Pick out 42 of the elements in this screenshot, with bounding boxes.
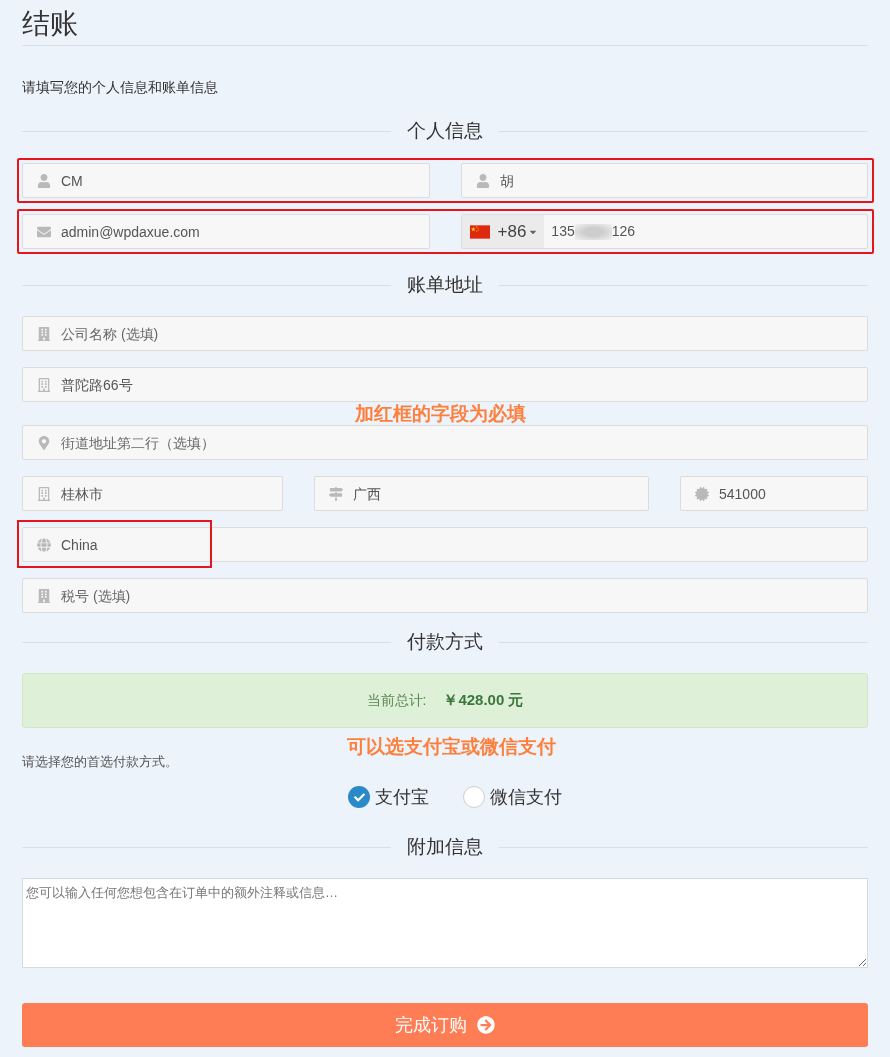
country-code-select[interactable]: +86 <box>461 215 545 248</box>
section-heading: 附加信息 <box>407 835 483 859</box>
region-field[interactable]: 广西 <box>314 476 649 511</box>
section-heading: 付款方式 <box>407 630 483 654</box>
envelope-icon <box>37 224 51 239</box>
user-icon <box>37 173 51 188</box>
phone-number-text: 135 <box>551 222 575 241</box>
payment-option[interactable]: 微信支付 <box>463 786 562 808</box>
country-field[interactable]: China <box>22 527 868 562</box>
phone-number-text: 126 <box>611 222 636 241</box>
postcode-field[interactable]: 541000 <box>680 476 868 511</box>
intro-text: 请填写您的个人信息和账单信息 <box>22 78 218 97</box>
blur-patch <box>574 223 612 240</box>
flag-icon <box>469 224 490 239</box>
address-field[interactable]: 普陀路66号 <box>22 367 868 402</box>
notes-field[interactable]: 您可以输入任何您想包含在订单中的额外注释或信息… <box>22 878 868 968</box>
building-icon <box>37 486 51 501</box>
payment-prompt: 请选择您的首选付款方式。 <box>22 753 178 771</box>
annotation-text: 可以选支付宝或微信支付 <box>347 735 556 759</box>
building-icon <box>37 326 51 341</box>
phone-field[interactable]: +86 135 126 <box>460 214 868 249</box>
seal-icon <box>695 486 709 501</box>
tax-number-field[interactable]: 税号 (选填) <box>22 578 868 613</box>
total-label: 当前总计: <box>366 691 427 710</box>
annotation-text: 加红框的字段为必填 <box>355 404 526 424</box>
city-field[interactable]: 桂林市 <box>22 476 283 511</box>
page-title: 结账 <box>22 7 78 41</box>
map-pin-icon <box>37 435 51 450</box>
globe-icon <box>37 537 51 552</box>
building-icon <box>37 377 51 392</box>
name-field[interactable]: CM <box>22 163 430 198</box>
total-amount: ￥428.00 元 <box>443 690 524 711</box>
payment-option[interactable]: 支付宝 <box>348 786 429 808</box>
section-heading: 个人信息 <box>407 119 483 143</box>
signpost-icon <box>329 486 343 501</box>
user-icon <box>475 173 490 188</box>
building-icon <box>37 588 51 603</box>
section-heading: 账单地址 <box>407 273 483 297</box>
email-field[interactable]: admin@wpdaxue.com <box>22 214 430 249</box>
name-field[interactable]: 胡 <box>460 163 868 198</box>
address-field[interactable]: 街道地址第二行（选填） <box>22 425 868 460</box>
company-field[interactable]: 公司名称 (选填) <box>22 316 868 351</box>
